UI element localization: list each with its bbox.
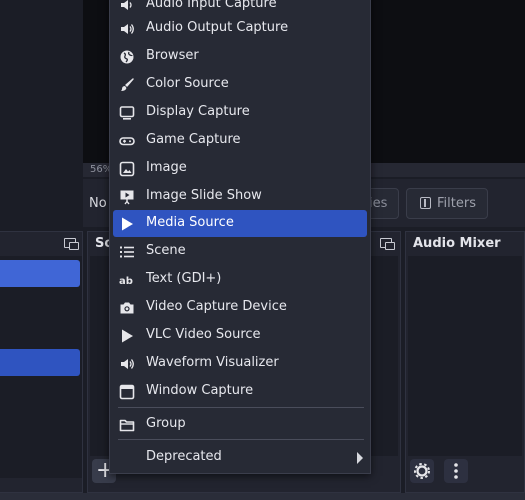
no-source-selected-label: No	[89, 196, 107, 211]
menu-item-text-gdi[interactable]: ab Text (GDI+)	[113, 266, 367, 293]
menu-item-label: Image	[146, 160, 187, 175]
play-icon	[122, 329, 133, 343]
menu-item-label: Color Source	[146, 76, 229, 91]
audio-mixer-title: Audio Mixer	[413, 236, 501, 251]
add-source-menu: Audio Input Capture Audio Output Capture…	[109, 0, 371, 474]
play-icon	[122, 217, 133, 231]
audio-mixer-dock: Audio Mixer	[405, 231, 525, 493]
menu-item-label: Media Source	[146, 215, 234, 230]
menu-item-image[interactable]: Image	[113, 155, 367, 182]
menu-item-label: Display Capture	[146, 104, 250, 119]
globe-icon	[120, 50, 134, 64]
slideshow-icon	[120, 190, 134, 205]
audio-mixer-area	[408, 256, 522, 456]
menu-item-label: Deprecated	[146, 449, 222, 464]
menu-item-video-capture-device[interactable]: Video Capture Device	[113, 294, 367, 321]
folder-icon	[119, 419, 135, 432]
scenes-list[interactable]	[0, 256, 82, 478]
scene-item[interactable]	[0, 260, 80, 287]
scene-item[interactable]	[0, 349, 80, 376]
gear-icon	[414, 463, 430, 479]
menu-item-label: Image Slide Show	[146, 188, 262, 203]
menu-item-image-slide-show[interactable]: Image Slide Show	[113, 183, 367, 210]
list-icon	[120, 246, 134, 258]
filter-icon	[420, 197, 431, 209]
menu-item-label: Window Capture	[146, 383, 254, 398]
menu-item-game-capture[interactable]: Game Capture	[113, 127, 367, 154]
window-icon	[119, 384, 135, 400]
speaker-icon	[121, 24, 134, 34]
menu-item-vlc-video-source[interactable]: VLC Video Source	[113, 322, 367, 349]
menu-item-label: Browser	[146, 48, 199, 63]
monitor-icon	[119, 106, 135, 120]
scenes-dock	[0, 231, 83, 493]
svg-text:ab: ab	[119, 276, 133, 287]
menu-item-label: Audio Output Capture	[146, 20, 289, 35]
camera-icon	[120, 302, 134, 314]
speaker-icon	[121, 359, 134, 369]
filters-button-label: Filters	[437, 196, 476, 211]
menu-item-label: VLC Video Source	[146, 327, 261, 342]
submenu-arrow-icon	[357, 452, 363, 464]
kebab-menu-icon	[454, 463, 458, 479]
menu-item-group[interactable]: Group	[113, 411, 367, 438]
menu-item-window-capture[interactable]: Window Capture	[113, 378, 367, 405]
menu-separator	[118, 407, 364, 408]
properties-button-label: ies	[369, 196, 388, 211]
mixer-menu-button[interactable]	[444, 459, 468, 483]
menu-item-scene[interactable]: Scene	[113, 238, 367, 265]
mixer-settings-button[interactable]	[410, 459, 434, 483]
speaker-icon	[121, 0, 132, 10]
menu-item-deprecated[interactable]: Deprecated	[113, 444, 367, 471]
menu-item-label: Game Capture	[146, 132, 241, 147]
menu-item-audio-output-capture[interactable]: Audio Output Capture	[113, 15, 367, 42]
menu-item-label: Waveform Visualizer	[146, 355, 279, 370]
undock-icon[interactable]	[380, 238, 395, 250]
menu-item-browser[interactable]: Browser	[113, 43, 367, 70]
text-icon: ab	[119, 276, 133, 287]
menu-item-display-capture[interactable]: Display Capture	[113, 99, 367, 126]
filters-button[interactable]: Filters	[406, 188, 488, 219]
undock-icon[interactable]	[64, 238, 79, 250]
menu-separator	[118, 439, 364, 440]
gamepad-icon	[119, 137, 135, 146]
menu-item-media-source[interactable]: Media Source	[113, 210, 367, 237]
menu-item-label: Scene	[146, 243, 186, 258]
menu-item-label: Group	[146, 416, 186, 431]
image-icon	[119, 161, 135, 177]
brush-icon	[121, 78, 134, 91]
menu-item-label: Video Capture Device	[146, 299, 287, 314]
menu-item-label: Audio Input Capture	[146, 0, 277, 11]
status-bar	[0, 493, 525, 500]
menu-item-waveform-visualizer[interactable]: Waveform Visualizer	[113, 350, 367, 377]
menu-item-label: Text (GDI+)	[146, 271, 222, 286]
menu-item-color-source[interactable]: Color Source	[113, 71, 367, 98]
